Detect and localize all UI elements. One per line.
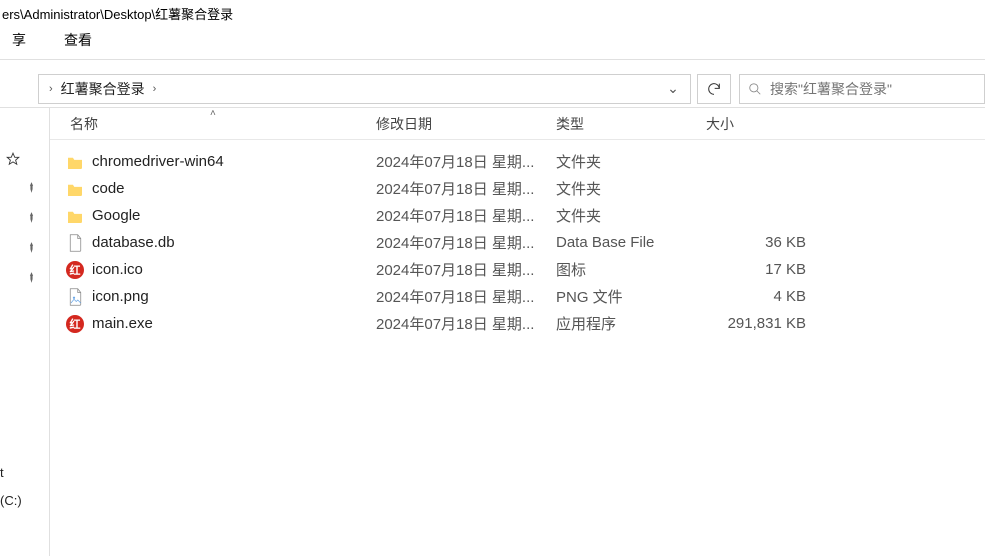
breadcrumb-current[interactable]: 红薯聚合登录 bbox=[57, 79, 149, 99]
file-type: 文件夹 bbox=[556, 151, 706, 172]
file-name: code bbox=[92, 180, 125, 197]
file-icon bbox=[66, 234, 84, 252]
file-row[interactable]: Google 2024年07月18日 星期...文件夹 bbox=[50, 202, 985, 229]
file-date: 2024年07月18日 星期... bbox=[376, 286, 556, 307]
app-icon: 红 bbox=[66, 315, 84, 333]
file-type: PNG 文件 bbox=[556, 286, 706, 307]
image-file-icon bbox=[66, 288, 84, 306]
file-date: 2024年07月18日 星期... bbox=[376, 151, 556, 172]
tab-view[interactable]: 查看 bbox=[58, 26, 98, 54]
file-name: icon.ico bbox=[92, 261, 143, 278]
folder-icon bbox=[66, 153, 84, 171]
file-type: 图标 bbox=[556, 259, 706, 280]
navigation-bar: › 红薯聚合登录 › ⌄ bbox=[0, 70, 985, 108]
pin-icon[interactable] bbox=[20, 206, 42, 228]
file-date: 2024年07月18日 星期... bbox=[376, 178, 556, 199]
sidebar-item-drive[interactable]: (C:) bbox=[0, 493, 22, 508]
address-bar[interactable]: › 红薯聚合登录 › ⌄ bbox=[38, 74, 691, 104]
quick-access-star[interactable] bbox=[2, 148, 24, 170]
pin-icon[interactable] bbox=[20, 236, 42, 258]
search-box[interactable] bbox=[739, 74, 985, 104]
column-header-type[interactable]: 类型 bbox=[556, 114, 706, 134]
file-type: Data Base File bbox=[556, 234, 706, 251]
title-bar: ers\Administrator\Desktop\红薯聚合登录 bbox=[0, 0, 985, 26]
refresh-icon bbox=[706, 81, 722, 97]
chevron-right-icon[interactable]: › bbox=[149, 83, 161, 95]
app-icon: 红 bbox=[66, 261, 84, 279]
file-row[interactable]: 红 icon.ico 2024年07月18日 星期...图标17 KB bbox=[50, 256, 985, 283]
file-date: 2024年07月18日 星期... bbox=[376, 205, 556, 226]
tab-share[interactable]: 享 bbox=[6, 26, 32, 54]
search-icon bbox=[748, 82, 762, 96]
pin-icon[interactable] bbox=[20, 266, 42, 288]
file-name: icon.png bbox=[92, 288, 149, 305]
file-list: 名称 ˄ 修改日期 类型 大小 chromedriver-win64 2024年0… bbox=[50, 108, 985, 556]
sidebar: t (C:) bbox=[0, 108, 50, 556]
ribbon-tabs: 享 查看 bbox=[0, 26, 985, 60]
address-history-dropdown[interactable]: ⌄ bbox=[662, 80, 684, 97]
sidebar-item[interactable]: t bbox=[0, 465, 4, 480]
sort-indicator-icon: ˄ bbox=[210, 108, 216, 119]
file-type: 应用程序 bbox=[556, 313, 706, 334]
file-date: 2024年07月18日 星期... bbox=[376, 259, 556, 280]
search-input[interactable] bbox=[770, 81, 976, 97]
file-name: Google bbox=[92, 207, 140, 224]
file-row[interactable]: 红 main.exe 2024年07月18日 星期...应用程序291,831 KB bbox=[50, 310, 985, 337]
file-size: 4 KB bbox=[706, 288, 826, 305]
file-date: 2024年07月18日 星期... bbox=[376, 313, 556, 334]
file-date: 2024年07月18日 星期... bbox=[376, 232, 556, 253]
file-row[interactable]: chromedriver-win64 2024年07月18日 星期...文件夹 bbox=[50, 148, 985, 175]
folder-icon bbox=[66, 207, 84, 225]
chevron-right-icon[interactable]: › bbox=[45, 83, 57, 95]
folder-icon bbox=[66, 180, 84, 198]
file-size: 291,831 KB bbox=[706, 315, 826, 332]
refresh-button[interactable] bbox=[697, 74, 731, 104]
file-row[interactable]: code 2024年07月18日 星期...文件夹 bbox=[50, 175, 985, 202]
pin-icon[interactable] bbox=[20, 176, 42, 198]
column-headers: 名称 ˄ 修改日期 类型 大小 bbox=[50, 108, 985, 140]
title-path: ers\Administrator\Desktop\红薯聚合登录 bbox=[2, 4, 233, 23]
file-size: 36 KB bbox=[706, 234, 826, 251]
file-name: database.db bbox=[92, 234, 175, 251]
file-name: main.exe bbox=[92, 315, 153, 332]
column-header-size[interactable]: 大小 bbox=[706, 114, 826, 134]
column-header-date[interactable]: 修改日期 bbox=[376, 114, 556, 134]
file-type: 文件夹 bbox=[556, 178, 706, 199]
file-row[interactable]: icon.png 2024年07月18日 星期...PNG 文件4 KB bbox=[50, 283, 985, 310]
file-row[interactable]: database.db 2024年07月18日 星期...Data Base Fi… bbox=[50, 229, 985, 256]
file-type: 文件夹 bbox=[556, 205, 706, 226]
file-name: chromedriver-win64 bbox=[92, 153, 224, 170]
file-size: 17 KB bbox=[706, 261, 826, 278]
